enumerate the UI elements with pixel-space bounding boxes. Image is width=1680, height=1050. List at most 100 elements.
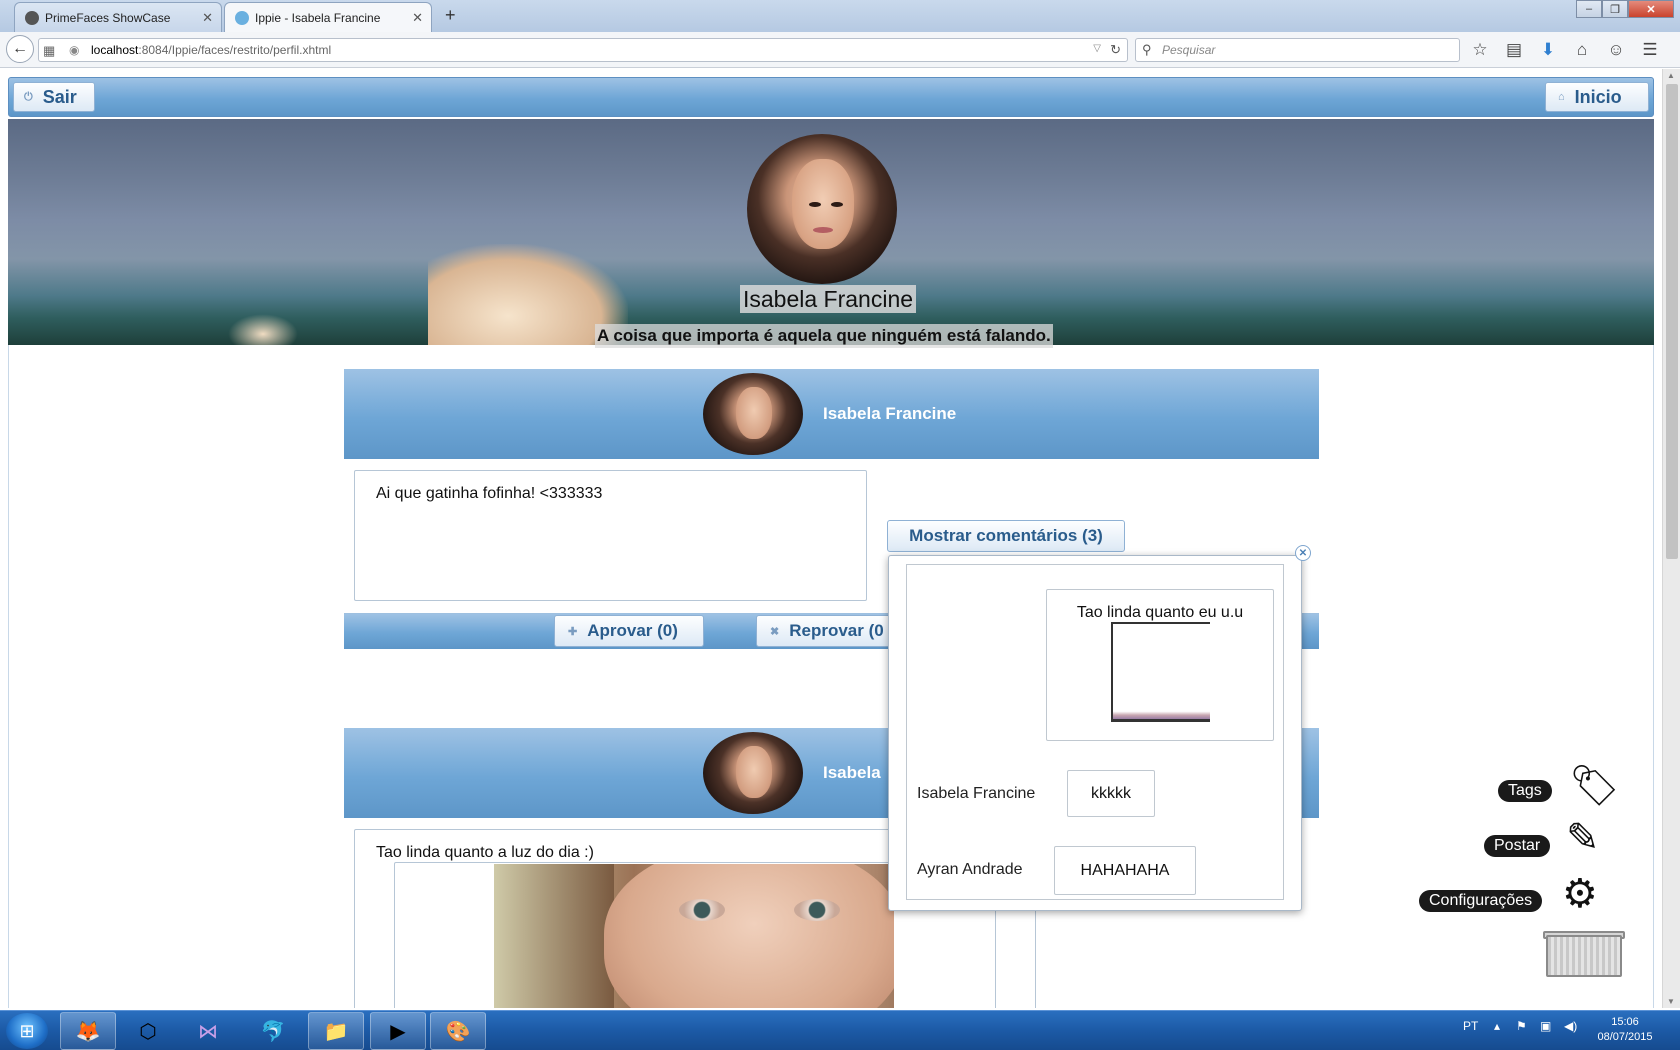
clock[interactable]: 15:06 08/07/2015 <box>1585 1015 1665 1045</box>
mysql-workbench-icon[interactable]: 🐬 <box>245 1012 301 1050</box>
reading-list-icon[interactable]: ▤ <box>1504 40 1524 60</box>
back-arrow-icon[interactable]: ← <box>6 35 34 63</box>
volume-icon[interactable]: ◀) <box>1564 1019 1577 1033</box>
post-photo[interactable] <box>494 864 894 1008</box>
comment-image[interactable] <box>1111 622 1210 722</box>
photo-face <box>604 864 894 1008</box>
photo-eye <box>679 899 725 921</box>
visual-studio-icon[interactable]: ⋈ <box>180 1012 236 1050</box>
download-icon[interactable]: ⬇ <box>1538 40 1558 60</box>
primefaces-favicon-icon <box>25 11 39 25</box>
file-explorer-icon[interactable]: 📁 <box>308 1012 364 1050</box>
history-grid-icon[interactable]: ▦ <box>43 43 55 59</box>
page-scrollbar[interactable]: ▲ ▼ <box>1662 69 1680 1008</box>
settings-label[interactable]: Configurações <box>1419 890 1543 912</box>
browser-navbar: ← ▦ ◉ localhost:8084/Ippie/faces/restrit… <box>0 32 1680 68</box>
tab-ippie[interactable]: Ippie - Isabela Francine ✕ <box>224 2 432 32</box>
approve-button[interactable]: ✚ Aprovar (0) <box>554 615 704 647</box>
tag-icon[interactable]: 🏷 <box>1569 766 1620 806</box>
paint-icon[interactable]: 🎨 <box>430 1012 486 1050</box>
avatar-face <box>736 746 772 798</box>
show-comments-button[interactable]: Mostrar comentários (3) <box>887 520 1125 552</box>
avatar-face <box>792 159 854 249</box>
post-header: Isabela Francine <box>344 369 1319 459</box>
close-window-icon[interactable]: ✕ <box>1628 0 1674 18</box>
comment-author: Ayran Andrade <box>917 861 1023 878</box>
media-player-icon[interactable]: ▶ <box>370 1012 426 1050</box>
logout-button[interactable]: ⏻ Sair <box>13 82 95 112</box>
profile-avatar[interactable] <box>747 134 897 284</box>
url-path: :8084/Ippie/faces/restrito/perfil.xhtml <box>138 43 332 57</box>
home-small-icon: ⌂ <box>1558 91 1565 103</box>
toolbar-icons: ☆ ▤ ⬇ ⌂ ☺ ☰ <box>1470 40 1660 60</box>
plus-icon: ✚ <box>568 625 578 638</box>
window-controls: – ❐ ✕ <box>1576 0 1674 18</box>
approve-label: Aprovar (0) <box>587 621 678 640</box>
browser-titlebar: PrimeFaces ShowCase ✕ Ippie - Isabela Fr… <box>0 0 1680 32</box>
post-label[interactable]: Postar <box>1484 835 1551 857</box>
reload-icon[interactable]: ↻ <box>1110 42 1121 58</box>
logout-label: Sair <box>42 86 77 107</box>
home-icon[interactable]: ⌂ <box>1572 40 1592 60</box>
url-host: localhost <box>91 43 139 57</box>
scroll-up-icon[interactable]: ▲ <box>1667 71 1675 80</box>
tab-title: PrimeFaces ShowCase <box>45 10 171 25</box>
clock-date: 08/07/2015 <box>1597 1031 1653 1043</box>
post-avatar[interactable] <box>703 373 803 455</box>
post-avatar[interactable] <box>703 732 803 814</box>
site-info-icon[interactable]: ◉ <box>69 43 79 57</box>
post-text: Tao linda quanto a luz do dia :) <box>376 844 594 861</box>
reject-button[interactable]: ✖ Reprovar (0 <box>756 615 906 647</box>
virtualbox-icon[interactable]: ⬡ <box>120 1012 176 1050</box>
photo-hair <box>494 864 614 1008</box>
post-author: Isabela Francine <box>823 404 957 423</box>
language-indicator[interactable]: PT <box>1463 1019 1478 1033</box>
pencil-icon[interactable]: ✎ <box>1566 818 1600 858</box>
windows-taskbar: ⊞ 🦊 ⬡ ⋈ 🐬 📁 ▶ 🎨 PT ▴ ⚑ ▣ ◀) 15:06 08/07/… <box>0 1010 1680 1050</box>
bookmark-star-icon[interactable]: ☆ <box>1470 40 1490 60</box>
scrollbar-thumb[interactable] <box>1666 84 1678 559</box>
tags-label[interactable]: Tags <box>1498 780 1552 802</box>
globe-favicon-icon <box>235 11 249 25</box>
search-input[interactable]: ⚲ Pesquisar <box>1135 38 1460 62</box>
reject-label: Reprovar (0 <box>789 621 884 640</box>
avatar-eye <box>809 202 821 207</box>
new-tab-icon[interactable]: + <box>445 5 456 26</box>
network-icon[interactable]: ▣ <box>1540 1019 1551 1033</box>
maximize-icon[interactable]: ❐ <box>1602 0 1628 18</box>
url-bar[interactable]: ▦ ◉ localhost:8084/Ippie/faces/restrito/… <box>38 38 1128 62</box>
scroll-down-icon[interactable]: ▼ <box>1667 997 1675 1006</box>
clock-time: 15:06 <box>1611 1016 1639 1028</box>
avatar-face <box>736 387 772 439</box>
show-comments-label: Mostrar comentários (3) <box>909 526 1103 545</box>
close-icon[interactable]: ✕ <box>202 10 213 26</box>
tray-arrow-icon[interactable]: ▴ <box>1494 1019 1500 1033</box>
comment-box: kkkkk <box>1067 770 1155 817</box>
trash-icon[interactable] <box>1546 935 1622 977</box>
search-placeholder: Pesquisar <box>1162 43 1216 57</box>
post-text: Ai que gatinha fofinha! <333333 <box>376 485 603 502</box>
minimize-icon[interactable]: – <box>1576 0 1602 18</box>
search-icon: ⚲ <box>1142 42 1152 57</box>
post-content-box: Ai que gatinha fofinha! <333333 <box>354 470 867 601</box>
x-icon: ✖ <box>770 625 780 638</box>
menu-icon[interactable]: ☰ <box>1640 40 1660 60</box>
gear-icon[interactable]: ⚙ <box>1562 874 1598 914</box>
tab-title: Ippie - Isabela Francine <box>255 10 381 25</box>
page-viewport: ⏻ Sair ⌂ Inicio Isabela Francine A coisa… <box>0 69 1662 1008</box>
start-button-icon[interactable]: ⊞ <box>6 1013 48 1049</box>
home-button[interactable]: ⌂ Inicio <box>1545 82 1649 112</box>
close-icon[interactable]: ✕ <box>412 10 423 26</box>
comment-text: Tao linda quanto eu u.u <box>1076 604 1244 621</box>
tab-primefaces[interactable]: PrimeFaces ShowCase ✕ <box>14 2 222 32</box>
power-icon: ⏻ <box>24 90 33 103</box>
firefox-icon[interactable]: 🦊 <box>60 1012 116 1050</box>
close-comments-icon[interactable]: ✕ <box>1295 545 1311 561</box>
chat-icon[interactable]: ☺ <box>1606 40 1626 60</box>
avatar-eye <box>831 202 843 207</box>
flag-icon[interactable]: ⚑ <box>1516 1019 1527 1033</box>
comment-text: kkkkk <box>1091 784 1131 802</box>
dropdown-arrow-icon[interactable]: ▽ <box>1093 43 1101 54</box>
avatar-lips <box>813 227 833 233</box>
seashell-image <box>228 314 298 345</box>
